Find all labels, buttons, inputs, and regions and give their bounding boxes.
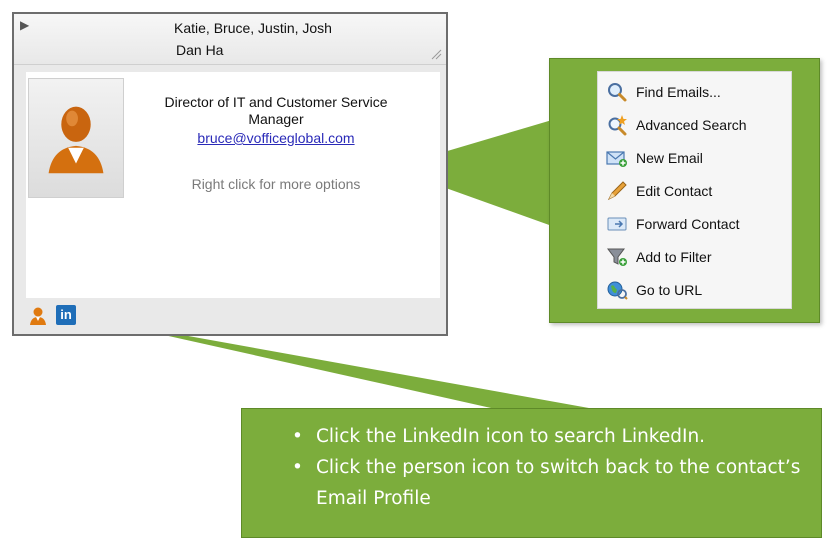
right-click-hint: Right click for more options: [191, 176, 361, 192]
instructions-callout: Click the LinkedIn icon to search Linked…: [241, 408, 822, 538]
advanced-search-icon: [608, 115, 627, 136]
menu-item-label: Add to Filter: [636, 249, 712, 265]
expand-arrow-icon[interactable]: ▶: [20, 18, 29, 32]
forward-contact-icon: [607, 217, 627, 231]
menu-item-label: New Email: [636, 150, 703, 166]
menu-item-new-email[interactable]: New Email: [606, 144, 786, 172]
menu-item-label: Edit Contact: [636, 183, 713, 199]
avatar: [28, 78, 124, 198]
filter-icon: [607, 248, 627, 266]
instruction-linkedin: Click the LinkedIn icon to search Linked…: [292, 421, 812, 452]
contact-card-window: ▶ Katie, Bruce, Justin, Josh Dan Ha Dire…: [12, 12, 448, 336]
menu-item-label: Go to URL: [636, 282, 703, 298]
menu-item-label: Forward Contact: [636, 216, 740, 232]
menu-item-add-to-filter[interactable]: Add to Filter: [606, 243, 786, 271]
recipients-line-truncated: Dan Ha: [176, 42, 224, 58]
menu-item-advanced-search[interactable]: Advanced Search: [606, 111, 786, 139]
person-icon[interactable]: [28, 306, 48, 326]
context-menu-callout: Find Emails... Advanced Search New Email: [549, 58, 820, 323]
menu-item-forward-contact[interactable]: Forward Contact: [606, 210, 786, 238]
contact-job-title: Director of IT and Customer Service Mana…: [164, 94, 388, 127]
linkedin-icon[interactable]: in: [56, 305, 76, 325]
contact-details: Director of IT and Customer Service Mana…: [26, 72, 440, 298]
menu-item-label: Advanced Search: [636, 117, 747, 133]
instructions-list: Click the LinkedIn icon to search Linked…: [292, 421, 812, 514]
menu-item-find-emails[interactable]: Find Emails...: [606, 78, 786, 106]
card-footer-toolbar: in: [14, 300, 446, 334]
resize-grip-icon[interactable]: [428, 46, 442, 60]
magnifier-icon: [608, 83, 627, 102]
pencil-icon: [607, 181, 627, 201]
new-email-icon: [606, 151, 627, 167]
contact-email-link[interactable]: bruce@vofficeglobal.com: [136, 130, 416, 146]
menu-item-label: Find Emails...: [636, 84, 721, 100]
globe-icon: [607, 281, 628, 300]
recipients-line: Katie, Bruce, Justin, Josh: [174, 20, 332, 36]
menu-item-go-to-url[interactable]: Go to URL: [606, 276, 786, 304]
person-silhouette-icon: [48, 106, 104, 174]
card-header: ▶ Katie, Bruce, Justin, Josh Dan Ha: [14, 14, 446, 65]
context-menu: Find Emails... Advanced Search New Email: [597, 71, 792, 309]
menu-item-edit-contact[interactable]: Edit Contact: [606, 177, 786, 205]
instruction-person: Click the person icon to switch back to …: [292, 452, 812, 514]
